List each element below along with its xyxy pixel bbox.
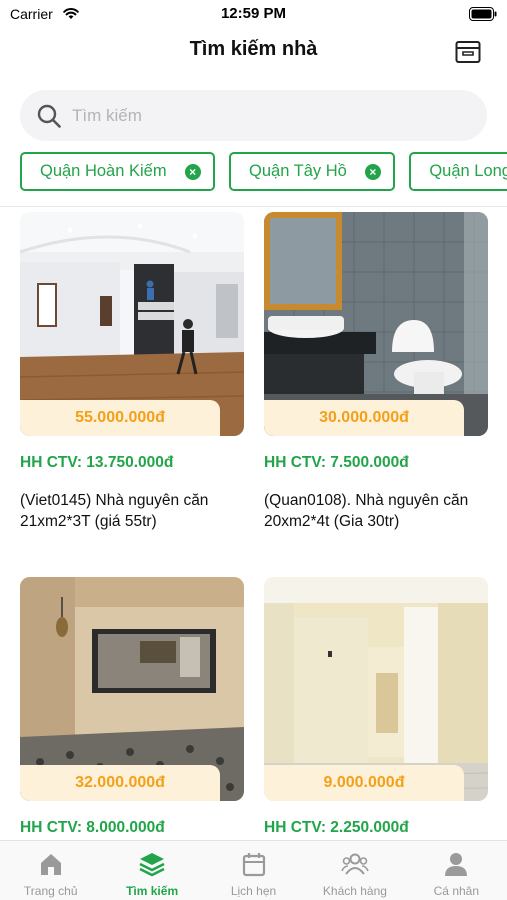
tab-home[interactable]: Trang chủ xyxy=(0,841,101,900)
remove-filter-icon[interactable]: × xyxy=(184,163,201,180)
battery-icon xyxy=(469,7,497,26)
filter-chip-label: Quận Hoàn Kiếm xyxy=(40,162,167,180)
listing-title[interactable]: (Viet0145) Nhà nguyên căn 21xm2*3T (giá … xyxy=(20,490,244,532)
commission-label: HH CTV: 2.250.000đ xyxy=(264,819,409,836)
listing-card[interactable]: 30.000.000đ HH CTV: 7.500.000đ (Quan0108… xyxy=(264,212,488,532)
calendar-icon xyxy=(240,850,268,878)
tab-label: Trang chủ xyxy=(23,884,78,898)
page-title: Tìm kiếm nhà xyxy=(189,38,318,60)
search-screen: Carrier 12:59 PM Tìm kiếm nhà Tìm kiếm Q… xyxy=(0,0,507,900)
status-bar: Carrier 12:59 PM xyxy=(0,0,507,28)
tab-appointments[interactable]: Lịch hẹn xyxy=(203,841,304,900)
clock: 12:59 PM xyxy=(220,5,287,22)
filter-chip[interactable]: Quận Hoàn Kiếm × xyxy=(20,152,215,191)
filter-chip[interactable]: Quận Tây Hồ × xyxy=(229,152,395,191)
archive-box-icon[interactable] xyxy=(455,40,481,64)
home-icon xyxy=(37,850,65,878)
commission-label: HH CTV: 8.000.000đ xyxy=(20,819,165,836)
commission-label: HH CTV: 13.750.000đ xyxy=(20,454,174,471)
user-icon xyxy=(442,850,470,878)
filter-chip-label: Quận Long Biên xyxy=(429,162,507,180)
price-tag: 30.000.000đ xyxy=(264,400,464,436)
listing-grid: 55.000.000đ HH CTV: 13.750.000đ (Viet014… xyxy=(0,212,507,840)
listing-card[interactable]: 32.000.000đ HH CTV: 8.000.000đ xyxy=(20,577,244,840)
customers-icon xyxy=(341,850,369,878)
listing-card[interactable]: 55.000.000đ HH CTV: 13.750.000đ (Viet014… xyxy=(20,212,244,532)
search-input[interactable] xyxy=(72,105,452,126)
listing-photo[interactable]: 32.000.000đ xyxy=(20,577,244,801)
filter-chip-list: Quận Hoàn Kiếm × Quận Tây Hồ × Quận Long… xyxy=(20,152,507,192)
price-tag: 55.000.000đ xyxy=(20,400,220,436)
tab-label: Lịch hẹn xyxy=(230,884,277,898)
listing-card[interactable]: 9.000.000đ HH CTV: 2.250.000đ xyxy=(264,577,488,840)
tab-label: Khách hàng xyxy=(322,884,387,898)
price-tag: 32.000.000đ xyxy=(20,765,220,801)
price-tag: 9.000.000đ xyxy=(264,765,464,801)
listing-photo[interactable]: 30.000.000đ xyxy=(264,212,488,436)
search-bar[interactable] xyxy=(20,90,487,141)
layers-icon xyxy=(138,850,166,878)
tab-search[interactable]: Tìm kiếm xyxy=(101,841,202,900)
commission-label: HH CTV: 7.500.000đ xyxy=(264,454,409,471)
tab-bar: Trang chủ Tìm kiếm Lịch hẹn Khách hàng C… xyxy=(0,840,507,900)
tab-label: Cá nhân xyxy=(433,884,480,898)
remove-filter-icon[interactable]: × xyxy=(364,163,381,180)
listing-photo[interactable]: 9.000.000đ xyxy=(264,577,488,801)
filter-chip[interactable]: Quận Long Biên × xyxy=(409,152,507,191)
listing-photo[interactable]: 55.000.000đ xyxy=(20,212,244,436)
listing-title[interactable]: (Quan0108). Nhà nguyên căn 20xm2*4t (Gia… xyxy=(264,490,488,532)
filter-chip-label: Quận Tây Hồ xyxy=(249,162,347,180)
tab-label: Tìm kiếm xyxy=(126,884,179,898)
search-icon xyxy=(36,103,62,129)
tab-profile[interactable]: Cá nhân xyxy=(406,841,507,900)
divider xyxy=(0,206,507,207)
tab-customers[interactable]: Khách hàng xyxy=(304,841,405,900)
